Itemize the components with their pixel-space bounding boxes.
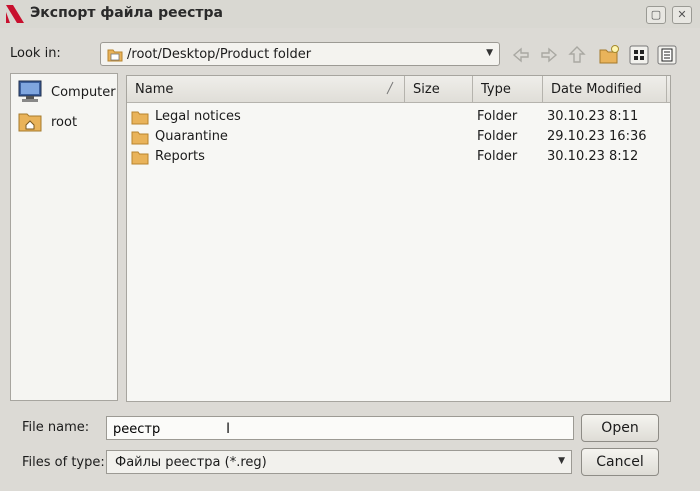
sidebar-item-root[interactable]: root — [17, 110, 77, 136]
column-header-type[interactable]: Type — [473, 76, 543, 102]
open-button[interactable]: Open — [581, 414, 659, 442]
detail-view-button[interactable] — [656, 44, 678, 66]
look-in-combo[interactable]: /root/Desktop/Product folder ▼ — [100, 42, 500, 66]
file-name-input[interactable] — [106, 416, 574, 440]
text-cursor-icon: I — [226, 421, 231, 437]
file-list: Name Size Type Date Modified Legal notic… — [126, 75, 671, 402]
file-date: 30.10.23 8:11 — [547, 109, 639, 124]
table-row[interactable]: Reports Folder 30.10.23 8:12 — [127, 147, 670, 167]
list-view-icon — [629, 45, 649, 65]
parent-folder-button[interactable] — [566, 44, 588, 66]
cancel-button-label: Cancel — [596, 454, 644, 470]
close-button[interactable]: ✕ — [672, 6, 692, 24]
home-folder-icon — [18, 113, 42, 132]
table-row[interactable]: Legal notices Folder 30.10.23 8:11 — [127, 107, 670, 127]
file-name: Legal notices — [155, 109, 241, 124]
look-in-label: Look in: — [10, 46, 61, 61]
forward-button[interactable] — [538, 44, 560, 66]
file-type: Folder — [477, 149, 518, 164]
sidebar-item-label: Computer — [51, 85, 116, 100]
back-arrow-icon — [512, 47, 529, 63]
folder-icon — [131, 131, 149, 145]
computer-icon — [18, 80, 42, 102]
column-header-date-modified[interactable]: Date Modified — [543, 76, 667, 102]
app-logo-icon — [6, 5, 24, 23]
file-list-header: Name Size Type Date Modified — [127, 76, 670, 103]
window-title: Экспорт файла реестра — [30, 5, 223, 21]
list-view-button[interactable] — [628, 44, 650, 66]
column-header-name[interactable]: Name — [127, 76, 405, 102]
parent-folder-icon — [568, 46, 586, 63]
title-bar: Экспорт файла реестра ▢ ✕ — [0, 0, 700, 28]
files-of-type-select[interactable]: Файлы реестра (*.reg) ▼ — [106, 450, 572, 474]
folder-icon — [131, 151, 149, 165]
file-type: Folder — [477, 129, 518, 144]
files-of-type-label: Files of type: — [22, 455, 105, 470]
detail-view-icon — [657, 45, 677, 65]
file-type: Folder — [477, 109, 518, 124]
file-date: 30.10.23 8:12 — [547, 149, 639, 164]
sidebar-item-computer[interactable]: Computer — [17, 80, 116, 106]
chevron-down-icon: ▼ — [486, 48, 493, 58]
sort-indicator-icon — [386, 81, 394, 95]
open-button-label: Open — [601, 420, 639, 436]
folder-icon — [131, 111, 149, 125]
restore-button[interactable]: ▢ — [646, 6, 666, 24]
look-in-path: /root/Desktop/Product folder — [127, 47, 312, 62]
back-button[interactable] — [510, 44, 532, 66]
file-name: Reports — [155, 149, 205, 164]
cancel-button[interactable]: Cancel — [581, 448, 659, 476]
file-date: 29.10.23 16:36 — [547, 129, 647, 144]
file-name: Quarantine — [155, 129, 228, 144]
files-of-type-value: Файлы реестра (*.reg) — [115, 455, 267, 470]
chevron-down-icon: ▼ — [558, 456, 565, 466]
places-sidebar: Computer root — [10, 73, 118, 401]
file-name-label: File name: — [22, 420, 90, 435]
table-row[interactable]: Quarantine Folder 29.10.23 16:36 — [127, 127, 670, 147]
forward-arrow-icon — [541, 47, 558, 63]
folder-icon — [107, 49, 123, 62]
close-icon: ✕ — [677, 8, 687, 21]
sidebar-item-label: root — [51, 115, 78, 130]
new-folder-button[interactable] — [598, 44, 620, 66]
new-folder-icon — [599, 45, 619, 64]
column-header-size[interactable]: Size — [405, 76, 473, 102]
restore-icon: ▢ — [650, 8, 662, 21]
